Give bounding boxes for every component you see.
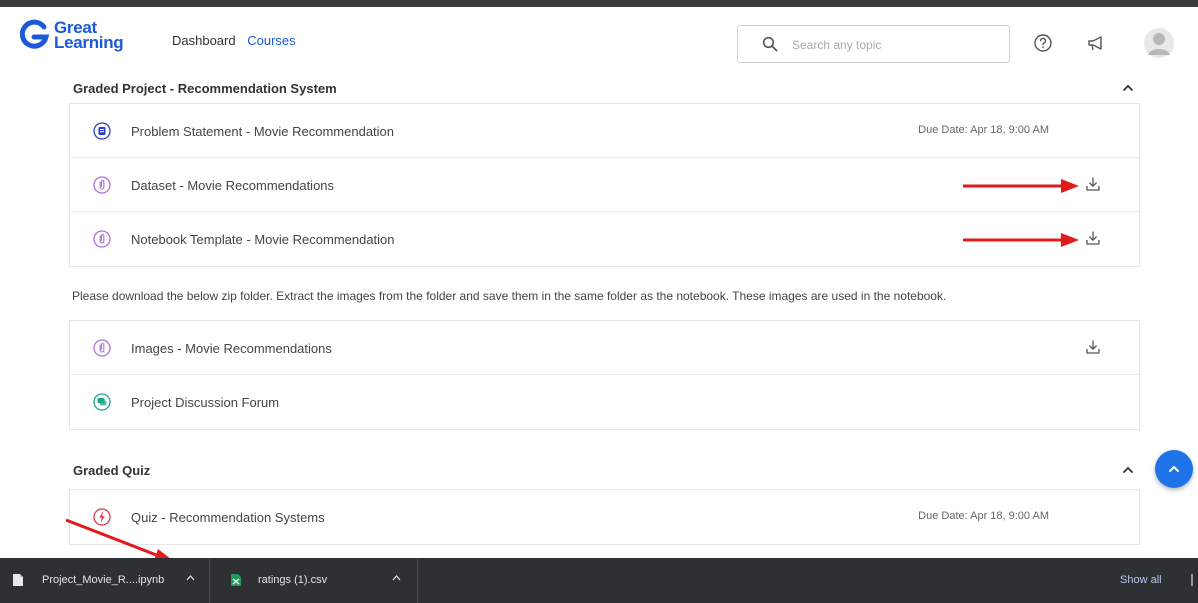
app-header: Great Learning Dashboard Courses Search … xyxy=(0,7,1198,69)
chevron-up-icon[interactable] xyxy=(186,574,195,581)
list-item-problem-statement[interactable]: Problem Statement - Movie Recommendation… xyxy=(70,104,1139,158)
show-all-downloads-link[interactable]: Show all xyxy=(1120,574,1162,586)
list-item-dataset[interactable]: Dataset - Movie Recommendations xyxy=(70,158,1139,212)
close-download-bar-icon[interactable] xyxy=(1188,572,1196,588)
download-icon[interactable] xyxy=(1085,230,1101,246)
download-item-csv[interactable]: ratings (1).csv xyxy=(210,558,418,603)
document-icon xyxy=(93,122,111,140)
great-learning-logo[interactable]: Great Learning xyxy=(18,17,148,61)
nav-courses-link[interactable]: Courses xyxy=(247,33,295,48)
download-filename: Project_Movie_R....ipynb xyxy=(42,574,165,586)
download-instructions-note: Please download the below zip folder. Ex… xyxy=(72,289,947,303)
item-label: Notebook Template - Movie Recommendation xyxy=(131,232,395,247)
top-nav: Dashboard Courses xyxy=(172,33,304,48)
graded-quiz-items-card: Quiz - Recommendation Systems Due Date: … xyxy=(69,489,1140,545)
course-content-panel: Graded Project - Recommendation System P… xyxy=(57,69,1157,558)
annotation-arrow-icon xyxy=(963,179,1079,193)
due-date: Due Date: Apr 18, 9:00 AM xyxy=(918,510,1049,522)
announcements-megaphone-icon[interactable] xyxy=(1085,32,1107,54)
spreadsheet-file-icon xyxy=(231,574,241,586)
search-icon xyxy=(762,36,778,52)
section-title-graded-project: Graded Project - Recommendation System xyxy=(73,81,337,96)
help-icon[interactable] xyxy=(1033,33,1053,53)
collapse-chevron-up-icon[interactable] xyxy=(1121,465,1135,475)
search-input-placeholder[interactable]: Search any topic xyxy=(792,38,881,52)
user-avatar-icon[interactable] xyxy=(1144,28,1174,58)
item-label: Dataset - Movie Recommendations xyxy=(131,178,335,193)
annotation-arrow-icon xyxy=(963,233,1079,247)
chevron-up-icon xyxy=(1169,466,1179,472)
scroll-to-top-button[interactable] xyxy=(1155,450,1193,488)
item-label: Project Discussion Forum xyxy=(131,395,280,410)
item-label: Problem Statement - Movie Recommendation xyxy=(131,124,395,139)
due-date: Due Date: Apr 18, 9:00 AM xyxy=(918,124,1049,136)
download-filename: ratings (1).csv xyxy=(258,574,328,586)
section-title-graded-quiz: Graded Quiz xyxy=(73,463,151,478)
item-label: Images - Movie Recommendations xyxy=(131,341,332,356)
list-item-discussion-forum[interactable]: Project Discussion Forum xyxy=(70,375,1139,429)
nav-dashboard-link[interactable]: Dashboard xyxy=(172,33,236,48)
graded-project-items-card: Problem Statement - Movie Recommendation… xyxy=(69,103,1140,267)
search-box[interactable]: Search any topic xyxy=(737,25,1010,63)
forum-icon xyxy=(93,393,111,411)
window-top-border xyxy=(0,0,1198,7)
attachment-icon xyxy=(93,339,111,357)
chevron-up-icon[interactable] xyxy=(392,574,401,581)
logo-line2: Learning xyxy=(54,33,124,52)
list-item-notebook-template[interactable]: Notebook Template - Movie Recommendation xyxy=(70,212,1139,266)
download-icon[interactable] xyxy=(1085,176,1101,192)
list-item-quiz[interactable]: Quiz - Recommendation Systems Due Date: … xyxy=(70,490,1139,544)
logo-g-icon xyxy=(19,19,50,49)
logo-text: Great Learning xyxy=(54,19,124,52)
list-item-images[interactable]: Images - Movie Recommendations xyxy=(70,321,1139,375)
download-item-ipynb[interactable]: Project_Movie_R....ipynb xyxy=(0,558,210,603)
browser-download-bar: Project_Movie_R....ipynb ratings (1).csv… xyxy=(0,558,1198,603)
collapse-chevron-up-icon[interactable] xyxy=(1121,83,1135,93)
attachment-icon xyxy=(93,230,111,248)
graded-project-extra-items-card: Images - Movie Recommendations Project D… xyxy=(69,320,1140,430)
download-icon[interactable] xyxy=(1085,339,1101,355)
attachment-icon xyxy=(93,176,111,194)
file-icon xyxy=(13,574,23,586)
